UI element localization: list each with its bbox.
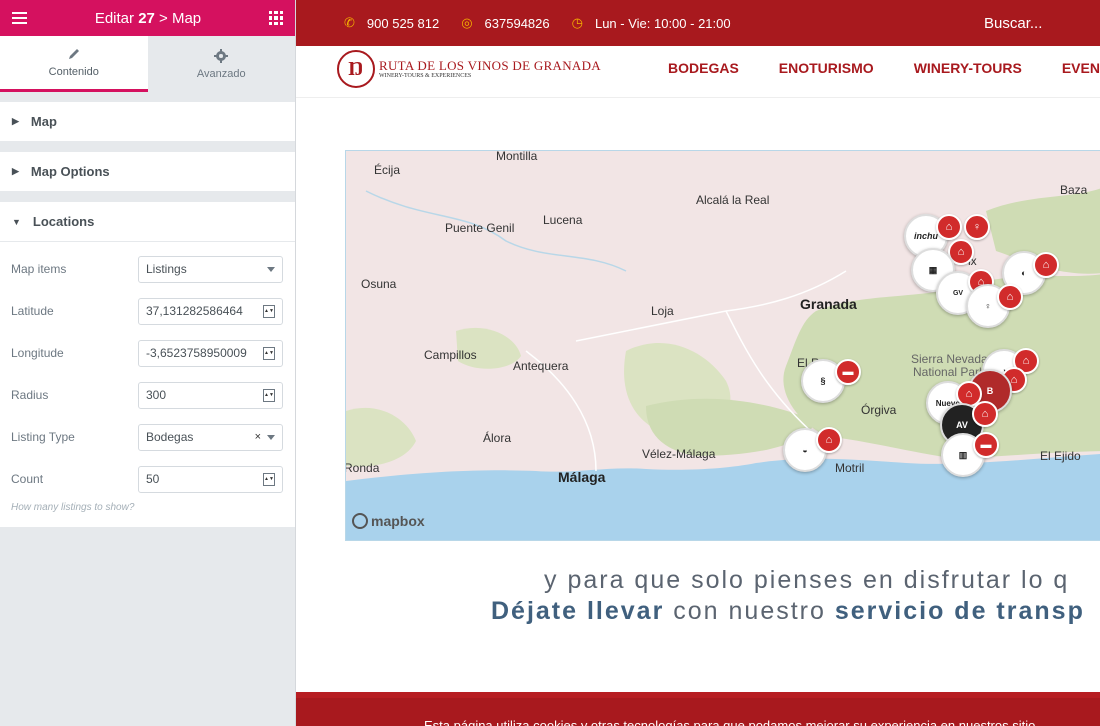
place-label: El Ejido <box>1040 449 1081 463</box>
screen: Editar 27 > Map Contenido Avanzado ▶ Map… <box>0 0 1100 726</box>
site-topbar: ✆ 900 525 812 ◎ 637594826 ◷ Lun - Vie: 1… <box>296 0 1100 46</box>
place-label: Sierra Nevada <box>911 352 988 366</box>
logo-emblem-icon: Ŋ <box>337 50 375 88</box>
editor-tabs: Contenido Avanzado <box>0 36 295 92</box>
tab-avanzado[interactable]: Avanzado <box>148 36 296 92</box>
nav-bodegas[interactable]: BODEGAS <box>668 60 739 76</box>
field-listing-type: Listing Type Bodegas × <box>11 416 283 458</box>
winery-badge[interactable]: ⌂ <box>816 427 842 453</box>
place-label: Órgiva <box>861 403 897 417</box>
place-label: Málaga <box>558 469 606 485</box>
place-label: Vélez-Málaga <box>642 447 716 461</box>
place-label: Álora <box>483 431 512 445</box>
count-input[interactable]: 50 ▲▼ <box>138 465 283 493</box>
place-label: Campillos <box>424 348 477 362</box>
place-label: Antequera <box>513 359 569 373</box>
main-nav: BODEGAS ENOTURISMO WINERY-TOURS EVEN <box>668 60 1100 76</box>
editor-header: Editar 27 > Map <box>0 0 295 36</box>
cookie-text: Esta página utiliza cookies y otras tecn… <box>424 718 1036 726</box>
place-label: Baza <box>1060 183 1088 197</box>
number-spinner-icon[interactable]: ▲▼ <box>263 304 275 318</box>
site-search[interactable]: Buscar... <box>984 15 1042 32</box>
tagline-line1: y para que solo pienses en disfrutar lo … <box>544 566 1070 594</box>
bed-badge[interactable]: ▬ <box>973 432 999 458</box>
gear-icon <box>214 48 229 63</box>
map-items-select[interactable]: Listings <box>138 255 283 283</box>
winery-badge[interactable]: ⌂ <box>1033 252 1059 278</box>
cookie-banner: Esta página utiliza cookies y otras tecn… <box>296 692 1100 726</box>
green-ronda <box>346 407 416 467</box>
nav-eventos[interactable]: EVEN <box>1062 60 1100 76</box>
tab-contenido[interactable]: Contenido <box>0 36 148 92</box>
number-spinner-icon[interactable]: ▲▼ <box>263 388 275 402</box>
field-longitude: Longitude -3,6523758950009 ▲▼ <box>11 332 283 374</box>
sea <box>346 454 1100 540</box>
section-locations[interactable]: ▼ Locations <box>0 202 295 242</box>
place-label: Osuna <box>361 277 397 291</box>
chevron-down-icon <box>267 434 275 440</box>
field-count: Count 50 ▲▼ <box>11 458 283 500</box>
locations-controls: Map items Listings Latitude 37,131282586… <box>0 242 295 527</box>
site-logo[interactable]: Ŋ RUTA DE LOS VINOS DE GRANADA WINERY-TO… <box>337 50 601 88</box>
longitude-input[interactable]: -3,6523758950009 ▲▼ <box>138 339 283 367</box>
bed-badge[interactable]: ▬ <box>835 359 861 385</box>
place-label: Motril <box>835 461 865 475</box>
place-label: Alcalá la Real <box>696 193 770 207</box>
field-latitude: Latitude 37,131282586464 ▲▼ <box>11 290 283 332</box>
topbar-hours: Lun - Vie: 10:00 - 21:00 <box>594 15 731 31</box>
place-label: Écija <box>374 163 401 177</box>
winery-badge[interactable]: ⌂ <box>997 284 1023 310</box>
site-navbar: Ŋ RUTA DE LOS VINOS DE GRANADA WINERY-TO… <box>296 46 1100 98</box>
nav-enoturismo[interactable]: ENOTURISMO <box>779 60 874 76</box>
number-spinner-icon[interactable]: ▲▼ <box>263 472 275 486</box>
field-radius: Radius 300 ▲▼ <box>11 374 283 416</box>
radius-input[interactable]: 300 ▲▼ <box>138 381 283 409</box>
caret-right-icon: ▶ <box>12 116 19 126</box>
caret-right-icon: ▶ <box>12 166 19 176</box>
phone-icon: ✆ <box>344 15 355 30</box>
widgets-grid-icon[interactable] <box>268 11 283 25</box>
editor-panel: Editar 27 > Map Contenido Avanzado ▶ Map… <box>0 0 296 726</box>
section-map[interactable]: ▶ Map <box>0 102 295 142</box>
mapbox-attribution[interactable]: mapbox <box>352 513 425 529</box>
topbar-whatsapp[interactable]: 637594826 <box>485 16 550 31</box>
menu-icon[interactable] <box>12 12 27 24</box>
editor-title: Editar 27 > Map <box>94 9 202 27</box>
count-hint: How many listings to show? <box>11 502 135 513</box>
field-map-items: Map items Listings <box>11 248 283 290</box>
site-preview: ✆ 900 525 812 ◎ 637594826 ◷ Lun - Vie: 1… <box>296 0 1100 726</box>
topbar-phone[interactable]: 900 525 812 <box>367 16 439 31</box>
winery-badge[interactable]: ⌂ <box>936 214 962 240</box>
place-label: Ronda <box>345 461 380 475</box>
place-label: Granada <box>800 296 857 312</box>
wine-glass-badge[interactable]: ♀ <box>964 214 990 240</box>
number-spinner-icon[interactable]: ▲▼ <box>263 346 275 360</box>
nav-winery-tours[interactable]: WINERY-TOURS <box>914 60 1022 76</box>
winery-badge[interactable]: ⌂ <box>972 401 998 427</box>
chevron-down-icon <box>267 266 275 272</box>
listing-type-select[interactable]: Bodegas × <box>138 423 283 451</box>
caret-down-icon: ▼ <box>12 216 21 227</box>
latitude-input[interactable]: 37,131282586464 ▲▼ <box>138 297 283 325</box>
mapbox-logo-icon <box>352 513 368 529</box>
clock-icon: ◷ <box>571 15 583 30</box>
map-terrain <box>346 188 1100 540</box>
section-map-options[interactable]: ▶ Map Options <box>0 152 295 192</box>
map-widget[interactable]: Montilla Écija Alcalá la Real Baza Puent… <box>345 150 1100 541</box>
pencil-icon <box>68 49 79 59</box>
place-label: Puente Genil <box>445 221 515 235</box>
place-label: Montilla <box>496 150 538 163</box>
place-label: Lucena <box>543 213 583 227</box>
whatsapp-icon: ◎ <box>461 15 473 30</box>
clear-icon[interactable]: × <box>255 431 261 443</box>
tagline-line2: Déjate llevar con nuestro servicio de tr… <box>491 597 1085 625</box>
place-label: Loja <box>651 304 674 318</box>
